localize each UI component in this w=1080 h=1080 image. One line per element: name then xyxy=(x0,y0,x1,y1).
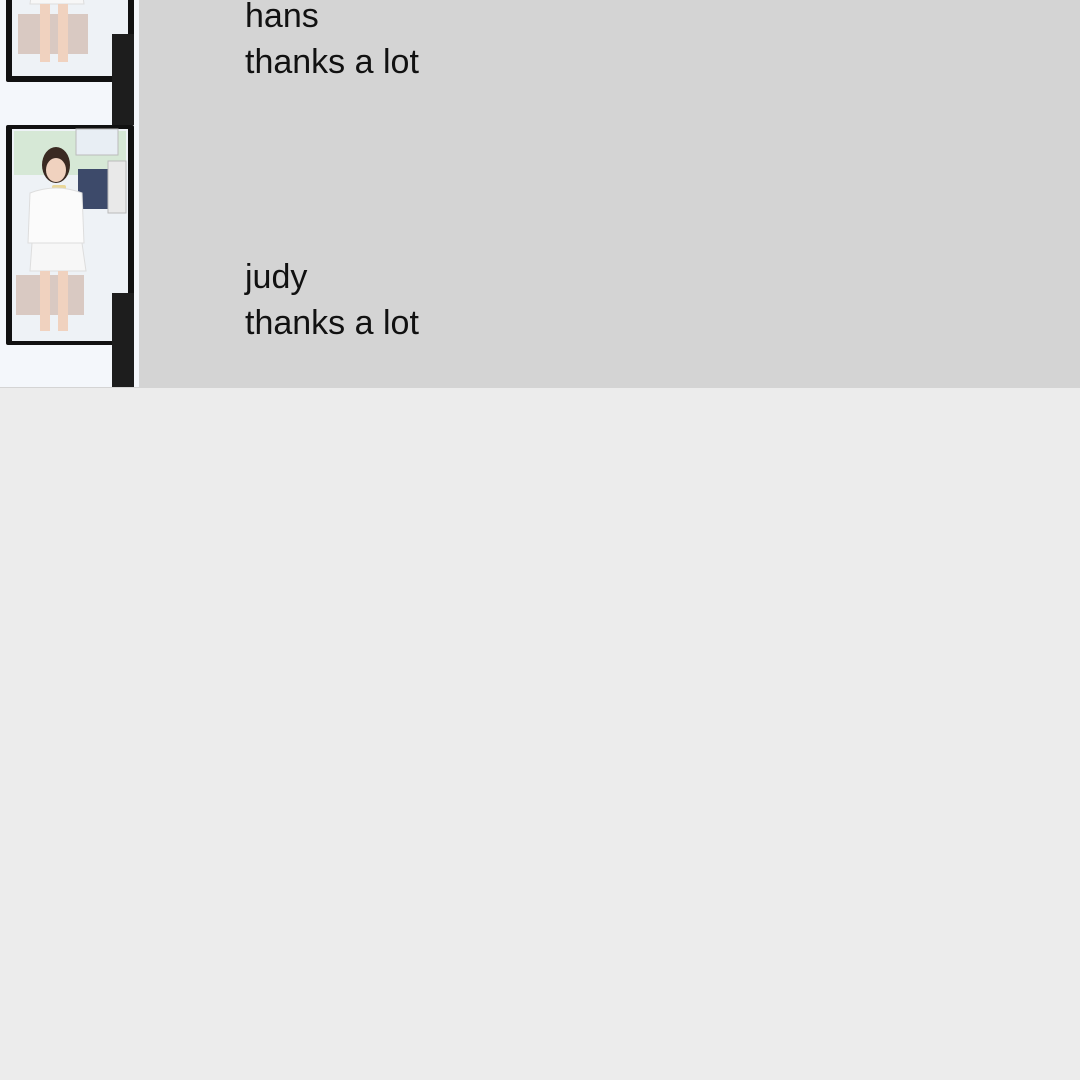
contact-list: hans thanks a lot judy thanks a lot xyxy=(0,0,1080,388)
last-message: thanks a lot xyxy=(245,43,419,81)
contact-name: hans xyxy=(245,0,319,35)
list-item[interactable]: hans thanks a lot xyxy=(0,0,1080,126)
selfie-photo-icon xyxy=(0,125,139,387)
list-item[interactable]: judy thanks a lot xyxy=(0,125,1080,387)
last-message: thanks a lot xyxy=(245,304,419,342)
selfie-photo-icon xyxy=(0,0,139,126)
avatar[interactable] xyxy=(0,125,139,387)
empty-list-area xyxy=(0,388,1080,1080)
avatar[interactable] xyxy=(0,0,139,126)
contact-name: judy xyxy=(245,258,308,296)
